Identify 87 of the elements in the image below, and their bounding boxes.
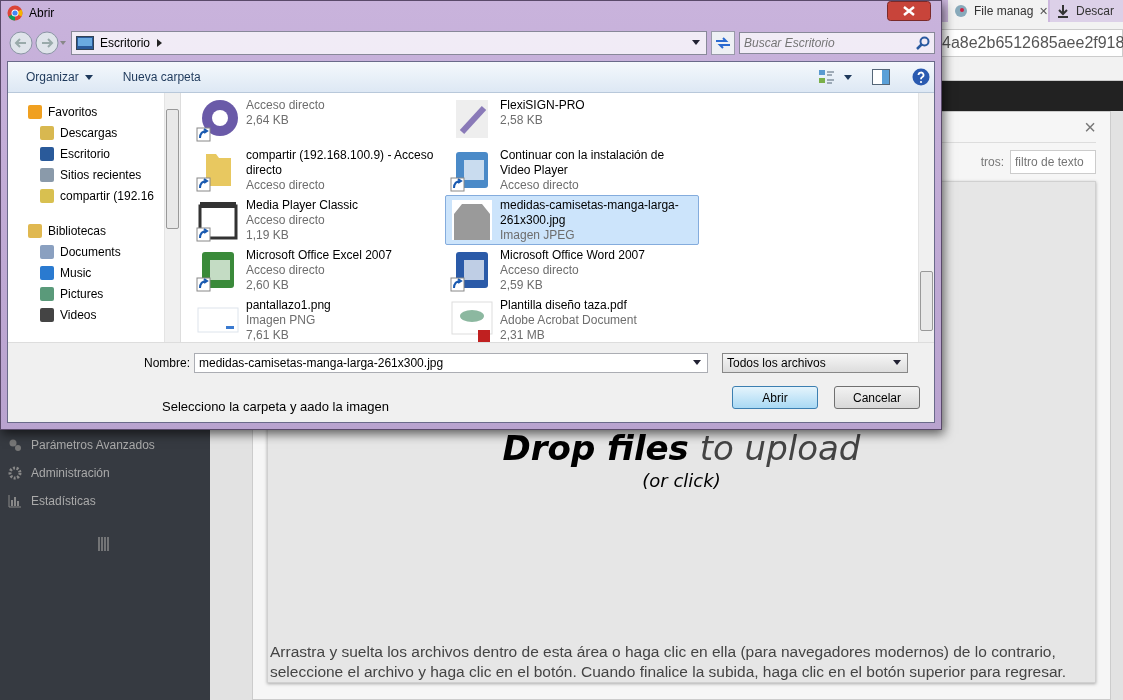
file-item[interactable]: Microsoft Office Excel 2007 Acceso directo 2,60 KB <box>191 245 445 295</box>
nav-item[interactable]: Videos <box>8 304 164 325</box>
file-detail: 1,19 KB <box>246 228 290 243</box>
search-field[interactable]: Buscar Escritorio <box>739 32 935 54</box>
nav-group[interactable]: Bibliotecas <box>8 220 164 241</box>
toolbar-button[interactable]: Organizar <box>26 70 93 84</box>
file-name: Plantilla diseño taza.pdf <box>500 298 628 313</box>
file-item[interactable]: compartir (192.168.100.9) - Acceso directo Acceso directo <box>191 145 445 195</box>
nav-item[interactable]: Pictures <box>8 283 164 304</box>
file-name: pantallazo1.png <box>246 298 331 313</box>
sidebar-item[interactable]: Estadísticas <box>0 487 210 515</box>
open-button[interactable]: Abrir <box>732 386 818 409</box>
drop-hint: (or click) <box>642 470 721 491</box>
filename-field[interactable]: medidas-camisetas-manga-larga-261x300.jpg <box>194 353 708 373</box>
file-item[interactable]: Microsoft Office Word 2007 Acceso directo 2,59 KB <box>445 245 699 295</box>
nav-group[interactable]: Favoritos <box>8 101 164 122</box>
file-detail: 2,64 KB <box>246 113 290 128</box>
refresh-icon[interactable] <box>711 31 735 55</box>
search-icon <box>916 36 930 50</box>
scrollbar[interactable] <box>164 93 180 342</box>
file-detail: Acceso directo <box>246 98 325 113</box>
file-name: FlexiSIGN-PRO <box>500 98 585 113</box>
nav-item[interactable]: compartir (192.16 <box>8 185 164 206</box>
file-name: medidas-camisetas-manga-larga-261x300.jpg <box>500 198 680 228</box>
nav-item[interactable]: Documents <box>8 241 164 262</box>
browser-tab[interactable]: Descar <box>1050 0 1123 22</box>
window-title: Abrir <box>29 6 55 20</box>
file-item[interactable]: medidas-camisetas-manga-larga-261x300.jpg Imagen JPEG <box>445 195 699 245</box>
file-detail: 7,61 KB <box>246 328 290 342</box>
filter-label: tros: <box>980 155 1004 169</box>
upload-instructions: Arrastra y suelta los archivos dentro de esta área o haga clic en ella (para navegadores modernos) de lo contrario, seleccione el archivo y haga clic en el botón. Cuando finalice la subida, haga clic en el botón superior para regresar. <box>269 642 1068 682</box>
dropdown-icon <box>693 359 701 367</box>
file-detail: 2,58 KB <box>500 113 544 128</box>
bar-chart-icon <box>8 494 22 508</box>
file-detail: 2,60 KB <box>246 278 290 293</box>
file-name: Microsoft Office Word 2007 <box>500 248 645 263</box>
file-item[interactable]: FlexiSIGN-PRO 2,58 KB <box>445 95 699 145</box>
close-button[interactable]: × <box>1084 115 1096 139</box>
collapse-icon[interactable] <box>98 537 110 551</box>
file-detail: Acceso directo <box>246 178 326 193</box>
sidebar-item[interactable]: Parámetros Avanzados <box>0 431 210 459</box>
location-bar[interactable]: Escritorio <box>71 31 707 55</box>
sidebar-item[interactable]: Administración <box>0 459 210 487</box>
file-item[interactable]: Continuar con la instalación de Video Player Acceso directo <box>445 145 699 195</box>
file-name: Microsoft Office Excel 2007 <box>246 248 392 263</box>
file-detail: Acceso directo <box>246 263 326 278</box>
filename-label: Nombre: <box>144 356 190 370</box>
nav-item[interactable]: Music <box>8 262 164 283</box>
drop-title: Drop files <box>502 428 689 468</box>
file-detail: Acceso directo <box>500 178 580 193</box>
file-item[interactable]: Media Player Classic Acceso directo 1,19 KB <box>191 195 445 245</box>
toolbar-button[interactable]: Nueva carpeta <box>122 70 201 84</box>
dropdown-icon <box>692 39 700 47</box>
file-name: Media Player Classic <box>246 198 359 213</box>
cancel-button[interactable]: Cancelar <box>834 386 920 409</box>
nav-item[interactable]: Sitios recientes <box>8 164 164 185</box>
scrollbar[interactable] <box>918 93 934 342</box>
file-type-dropdown[interactable]: Todos los archivos <box>722 353 908 373</box>
file-item[interactable]: pantallazo1.png Imagen PNG 7,61 KB <box>191 295 445 342</box>
settings-icon <box>8 466 22 480</box>
preview-pane-icon[interactable] <box>872 68 890 86</box>
nav-item[interactable]: Descargas <box>8 122 164 143</box>
dialog-caption: Selecciono la carpeta y aado la imagen <box>161 399 389 414</box>
dropdown-icon <box>893 359 901 367</box>
file-detail: Imagen JPEG <box>500 228 576 243</box>
file-detail: Adobe Acrobat Document <box>500 313 637 328</box>
file-detail: 2,31 MB <box>500 328 546 342</box>
file-detail: Acceso directo <box>246 213 326 228</box>
help-icon[interactable] <box>912 68 930 86</box>
file-item[interactable]: Plantilla diseño taza.pdf Adobe Acrobat Document 2,31 MB <box>445 295 699 342</box>
nav-item[interactable]: Escritorio <box>8 143 164 164</box>
file-name: Continuar con la instalación de Video Player <box>500 148 666 178</box>
filter-field[interactable]: filtro de texto <box>1010 150 1096 174</box>
browser-tab[interactable]: File manag ✕ <box>948 0 1048 22</box>
file-detail: Imagen PNG <box>246 313 317 328</box>
drop-subtitle: to upload <box>699 428 861 468</box>
file-name: compartir (192.168.100.9) - Acceso directo <box>246 148 435 178</box>
file-item[interactable]: Acceso directo 2,64 KB <box>191 95 445 145</box>
tab-title: Descar <box>1076 4 1114 18</box>
file-detail: Acceso directo <box>500 263 580 278</box>
close-icon[interactable]: ✕ <box>1039 4 1049 18</box>
close-button[interactable] <box>887 1 931 21</box>
chevron-icon <box>156 39 164 47</box>
browser-logo-icon <box>7 5 23 21</box>
view-options-icon[interactable] <box>818 68 854 86</box>
tab-title: File manag <box>974 4 1034 18</box>
file-detail: 2,59 KB <box>500 278 544 293</box>
